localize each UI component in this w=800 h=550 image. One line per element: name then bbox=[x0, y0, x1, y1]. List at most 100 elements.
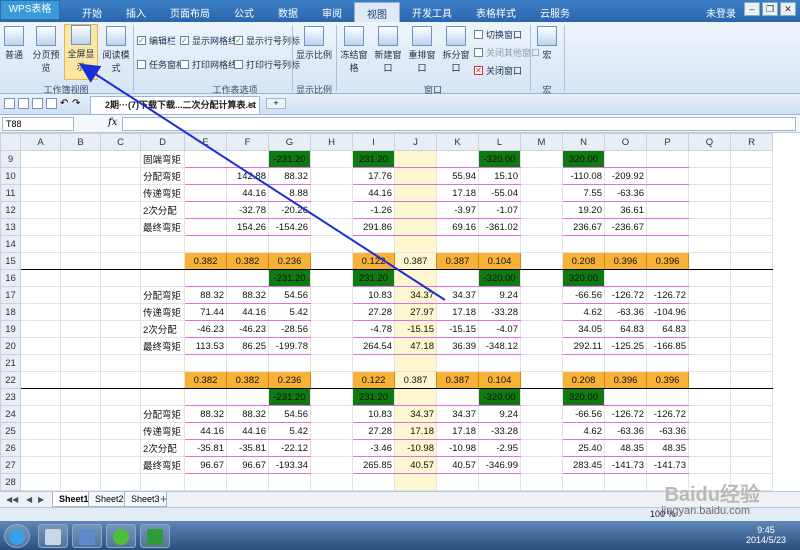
cell[interactable] bbox=[394, 235, 437, 253]
cell[interactable] bbox=[520, 218, 563, 236]
cell[interactable]: -166.85 bbox=[646, 337, 689, 355]
cell[interactable]: -361.02 bbox=[478, 218, 521, 236]
cell[interactable]: 0.104 bbox=[478, 371, 521, 389]
cell[interactable]: 17.18 bbox=[436, 422, 479, 440]
cell[interactable] bbox=[20, 201, 61, 219]
cell[interactable] bbox=[184, 218, 227, 236]
cell[interactable]: -3.97 bbox=[436, 201, 479, 219]
next-sheet-icon[interactable]: ▶ bbox=[38, 495, 44, 504]
cell[interactable] bbox=[604, 388, 647, 406]
cell[interactable] bbox=[730, 388, 773, 406]
cell[interactable]: 27.28 bbox=[352, 422, 395, 440]
cell[interactable] bbox=[60, 150, 101, 168]
cell[interactable]: 291.86 bbox=[352, 218, 395, 236]
cell[interactable]: 34.37 bbox=[394, 405, 437, 423]
add-sheet-icon[interactable]: + bbox=[160, 492, 167, 506]
cell[interactable] bbox=[310, 269, 353, 287]
cell[interactable] bbox=[60, 473, 101, 491]
cell[interactable]: 分配弯矩 bbox=[140, 167, 185, 185]
cell[interactable]: 9.24 bbox=[478, 405, 521, 423]
cell[interactable] bbox=[520, 286, 563, 304]
minimize-icon[interactable]: – bbox=[744, 2, 760, 16]
cell[interactable]: 27.97 bbox=[394, 303, 437, 321]
cell[interactable]: 0.387 bbox=[394, 371, 437, 389]
cell[interactable] bbox=[646, 269, 689, 287]
cell[interactable] bbox=[226, 150, 269, 168]
taskbar-app-3[interactable] bbox=[106, 524, 136, 548]
cell[interactable]: -33.28 bbox=[478, 303, 521, 321]
cell[interactable] bbox=[140, 269, 185, 287]
formula-input[interactable] bbox=[122, 117, 796, 131]
cell[interactable] bbox=[100, 405, 141, 423]
cell[interactable]: 5.42 bbox=[268, 422, 311, 440]
cell[interactable] bbox=[478, 354, 521, 372]
cell[interactable]: 0.122 bbox=[352, 252, 395, 270]
cell[interactable] bbox=[730, 439, 773, 457]
row-header[interactable]: 22 bbox=[0, 371, 21, 389]
cell[interactable]: 47.18 bbox=[394, 337, 437, 355]
cell[interactable] bbox=[20, 235, 61, 253]
row-header[interactable]: 26 bbox=[0, 439, 21, 457]
cell[interactable]: 96.67 bbox=[184, 456, 227, 474]
cell[interactable] bbox=[310, 320, 353, 338]
cell[interactable]: -141.73 bbox=[646, 456, 689, 474]
cell[interactable] bbox=[730, 252, 773, 270]
cell[interactable]: -35.81 bbox=[226, 439, 269, 457]
cell[interactable] bbox=[520, 371, 563, 389]
cell[interactable] bbox=[20, 405, 61, 423]
cell[interactable]: 71.44 bbox=[184, 303, 227, 321]
cell[interactable]: -209.92 bbox=[604, 167, 647, 185]
cell[interactable] bbox=[60, 405, 101, 423]
column-header[interactable]: D bbox=[140, 133, 185, 151]
cell[interactable] bbox=[310, 201, 353, 219]
close-icon[interactable]: ✕ bbox=[780, 2, 796, 16]
cell[interactable] bbox=[20, 371, 61, 389]
menu-tab[interactable]: 数据 bbox=[266, 2, 310, 22]
cell[interactable]: 17.18 bbox=[436, 303, 479, 321]
cell[interactable] bbox=[310, 150, 353, 168]
taskbar-wps-et[interactable] bbox=[140, 524, 170, 548]
cell[interactable] bbox=[688, 218, 731, 236]
cell[interactable] bbox=[310, 252, 353, 270]
menu-tab[interactable]: 开始 bbox=[70, 2, 114, 22]
cell[interactable] bbox=[688, 252, 731, 270]
cell[interactable] bbox=[646, 354, 689, 372]
cell[interactable]: 283.45 bbox=[562, 456, 605, 474]
cell[interactable] bbox=[310, 371, 353, 389]
cell[interactable]: 320.00 bbox=[562, 150, 605, 168]
cell[interactable]: -10.98 bbox=[436, 439, 479, 457]
cell[interactable] bbox=[688, 150, 731, 168]
cell[interactable] bbox=[20, 422, 61, 440]
column-header[interactable]: O bbox=[604, 133, 647, 151]
cell[interactable] bbox=[100, 422, 141, 440]
cell[interactable]: 传递弯矩 bbox=[140, 184, 185, 202]
cell[interactable]: 2次分配 bbox=[140, 439, 185, 457]
cell[interactable] bbox=[60, 218, 101, 236]
cell[interactable] bbox=[604, 235, 647, 253]
undo-icon[interactable]: ↶ bbox=[60, 98, 71, 109]
cell[interactable] bbox=[688, 354, 731, 372]
cell[interactable]: -66.56 bbox=[562, 286, 605, 304]
arrange-window-button[interactable]: 重排窗口 bbox=[406, 26, 438, 78]
print-icon[interactable] bbox=[32, 98, 43, 109]
cell[interactable]: 2次分配 bbox=[140, 201, 185, 219]
cell[interactable] bbox=[520, 201, 563, 219]
column-header[interactable]: K bbox=[436, 133, 479, 151]
select-all-corner[interactable] bbox=[0, 133, 21, 151]
cell[interactable]: -104.96 bbox=[646, 303, 689, 321]
app-menu-button[interactable]: WPS表格 bbox=[0, 0, 60, 20]
cell[interactable] bbox=[646, 184, 689, 202]
cell[interactable] bbox=[562, 473, 605, 491]
cell[interactable]: 88.32 bbox=[184, 405, 227, 423]
cell[interactable] bbox=[688, 286, 731, 304]
row-header[interactable]: 21 bbox=[0, 354, 21, 372]
cell[interactable]: 0.104 bbox=[478, 252, 521, 270]
cell[interactable] bbox=[310, 405, 353, 423]
cell[interactable] bbox=[100, 320, 141, 338]
cell[interactable]: 0.396 bbox=[604, 252, 647, 270]
cell[interactable]: -199.78 bbox=[268, 337, 311, 355]
cell[interactable] bbox=[730, 201, 773, 219]
cell[interactable] bbox=[20, 303, 61, 321]
prev-sheet-icon[interactable]: ◀ bbox=[26, 495, 32, 504]
cell[interactable]: -10.98 bbox=[394, 439, 437, 457]
